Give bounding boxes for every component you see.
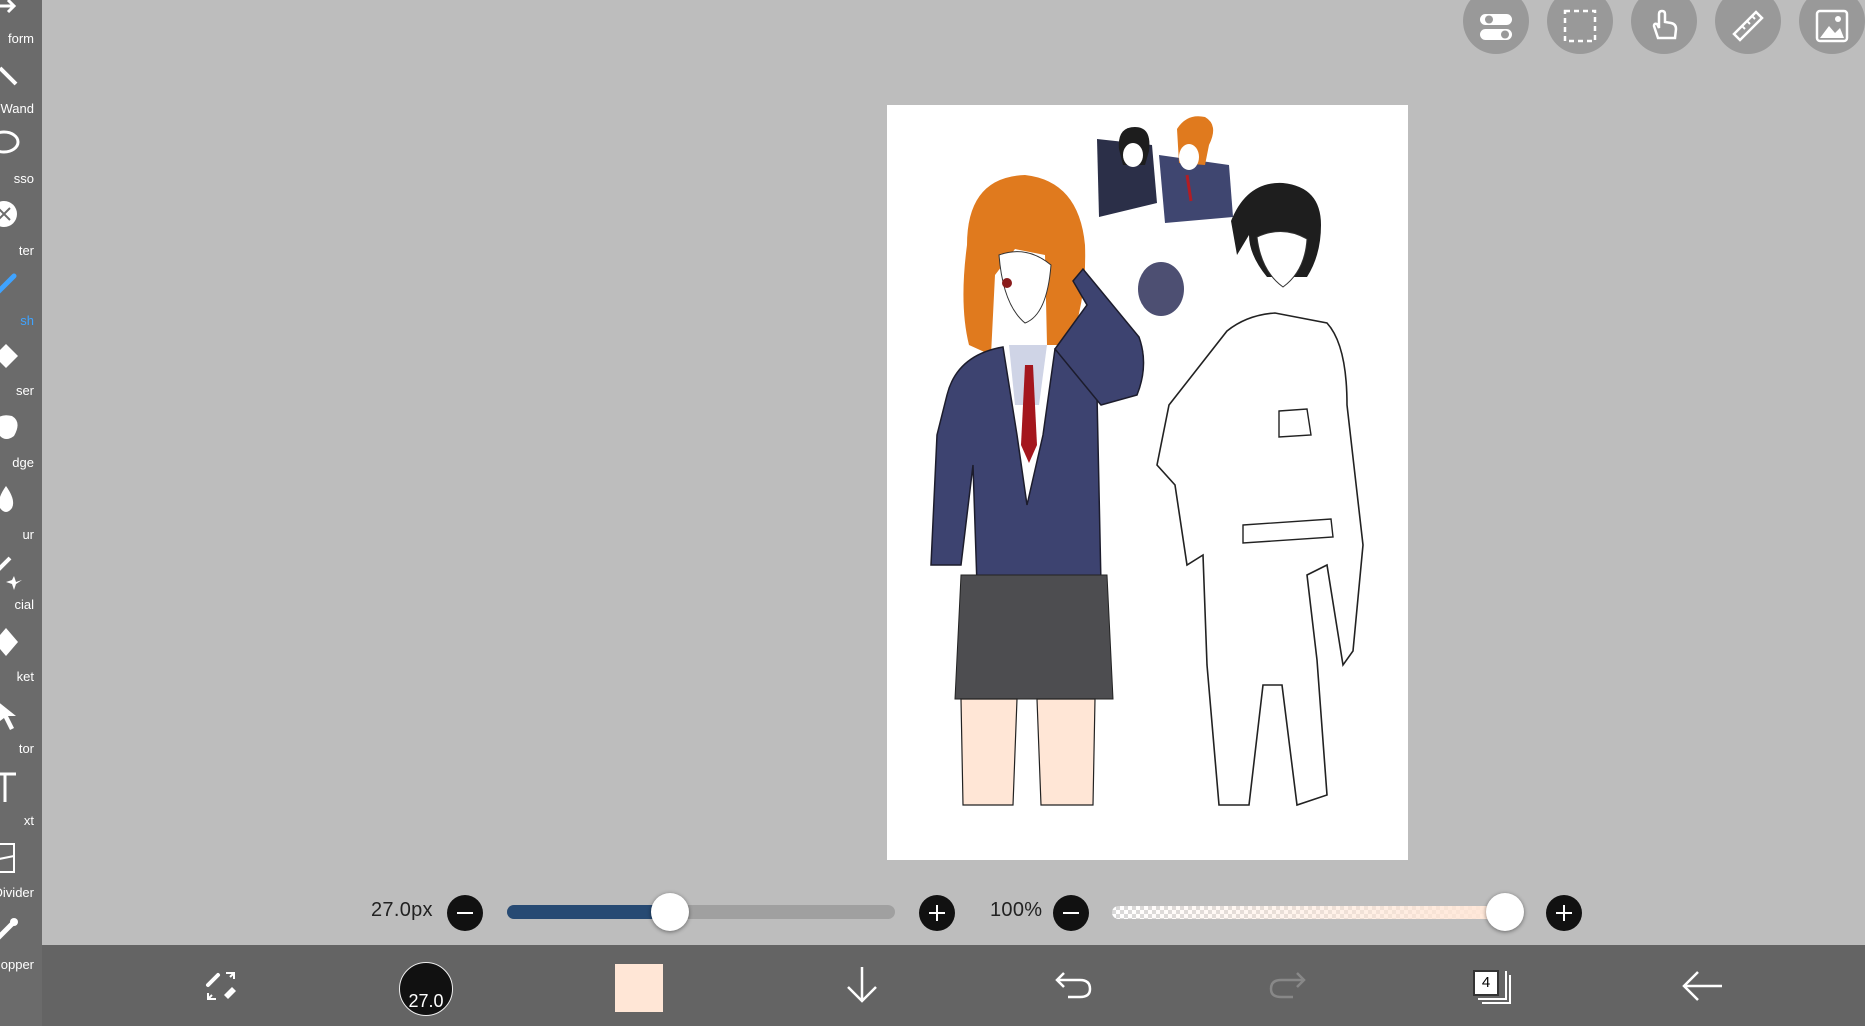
brush-size-value: 27.0px [371,899,433,921]
tool-bucket[interactable]: ket [0,618,42,690]
lasso-icon [0,130,20,154]
opacity-slider[interactable] [1112,906,1514,919]
tool-transform[interactable]: form [0,0,42,52]
brush-size-decrease-button[interactable] [447,895,483,931]
drawing-canvas[interactable] [887,105,1408,860]
image-button[interactable] [1799,0,1865,54]
magic-wand-icon [0,66,18,86]
brush-size-preview-label: 27.0 [408,991,444,1011]
tool-smudge[interactable]: dge [0,404,42,476]
special-icon [0,556,22,590]
redo-button[interactable] [1247,945,1327,1026]
opacity-slider-knob[interactable] [1486,893,1524,931]
bottom-toolbar: 27.0 4 [42,945,1865,1026]
tool-special[interactable]: cial [0,546,42,618]
brush-size-button[interactable]: 27.0 [382,945,462,1026]
opacity-value: 100% [990,899,1043,921]
tool-eyedropper[interactable]: opper [0,906,42,978]
brush-eraser-swap-icon [206,972,236,1000]
layer-count: 4 [1473,970,1499,996]
smudge-icon [0,415,18,439]
tool-text[interactable]: xt [0,762,42,834]
arrow-left-icon [1682,971,1722,1001]
image-icon [1815,9,1849,43]
brush-icon [0,273,17,294]
arrow-down-icon [847,967,877,1003]
artwork [930,116,1364,807]
left-toolbar: form Wand sso ter sh ser dge ur cial ket… [0,0,42,1026]
tool-filter[interactable]: ter [0,192,42,264]
reference-thumbnail [1097,116,1233,223]
selector-icon [0,703,16,730]
hand-tool-button[interactable] [1631,0,1697,54]
tool-lasso[interactable]: sso [0,120,42,192]
tool-eraser[interactable]: ser [0,332,42,404]
brush-size-increase-button[interactable] [919,895,955,931]
selection-icon [1563,9,1597,43]
layers-button[interactable]: 4 [1452,945,1532,1026]
ruler-button[interactable] [1715,0,1781,54]
tool-brush[interactable]: sh [0,262,42,334]
opacity-increase-button[interactable] [1546,895,1582,931]
undo-button[interactable] [1034,945,1114,1026]
opacity-slider-fill [1112,906,1514,919]
redo-icon [1269,972,1306,999]
eraser-icon [0,344,18,368]
tool-magic-wand[interactable]: Wand [0,50,42,122]
transform-icon [0,0,17,14]
frame-divider-icon [0,843,15,873]
download-button[interactable] [822,945,902,1026]
back-button[interactable] [1662,945,1742,1026]
selection-button[interactable] [1547,0,1613,54]
brush-size-preview: 27.0 [399,962,453,1016]
toggle-settings-icon [1480,14,1512,40]
tool-selector[interactable]: tor [0,690,42,762]
brush-size-slider-knob[interactable] [650,893,689,931]
quick-tool-switch-button[interactable] [182,945,262,1026]
filter-icon [0,201,17,227]
text-icon [0,772,16,802]
color-swatch-button[interactable] [615,964,663,1012]
brush-size-slider[interactable] [507,905,895,919]
hand-icon [1652,9,1678,40]
eyedropper-icon [0,918,18,940]
ruler-icon [1732,10,1764,42]
opacity-decrease-button[interactable] [1053,895,1089,931]
brush-size-slider-fill [507,905,670,919]
blur-icon [0,486,14,512]
tool-frame-divider[interactable]: Divider [0,834,42,906]
bucket-icon [0,628,18,656]
toggle-settings-button[interactable] [1463,0,1529,54]
tool-blur[interactable]: ur [0,476,42,548]
undo-icon [1055,972,1092,999]
